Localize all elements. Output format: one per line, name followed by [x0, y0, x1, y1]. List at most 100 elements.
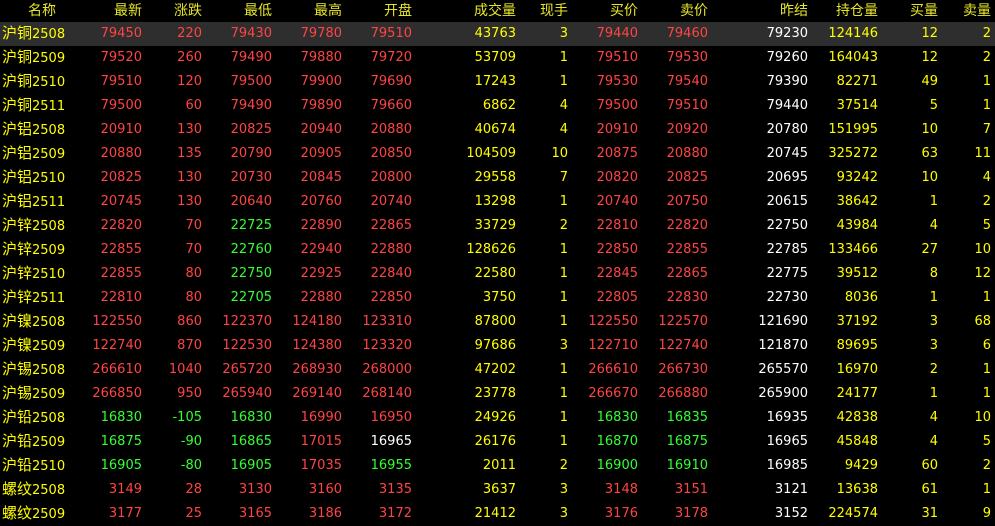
header-name[interactable]: 名称	[0, 0, 84, 22]
cell-last: 16905	[100, 458, 142, 473]
table-row[interactable]: 沪铜2511 79500 60 79490 79890 79660 6862 4 79500 79…	[0, 94, 995, 118]
cell-high: 22890	[300, 218, 342, 233]
cell-ask-size: 7	[982, 122, 991, 137]
cell-bid: 22805	[596, 290, 638, 305]
cell-open: 3135	[378, 482, 412, 497]
table-row[interactable]: 沪镍2508 122550 860 122370 124180 123310 87800 1 1…	[0, 310, 995, 334]
cell-change: 1040	[168, 362, 202, 377]
cell-contract-name[interactable]: 沪锌2508	[0, 214, 84, 238]
cell-ask-size: 12	[974, 266, 991, 281]
header-high[interactable]: 最高	[276, 0, 346, 22]
cell-prev-settle: 16935	[766, 410, 808, 425]
table-row[interactable]: 沪锌2511 22810 80 22705 22880 22850 3750 1 22805 22…	[0, 286, 995, 310]
cell-contract-name[interactable]: 沪锡2509	[0, 382, 84, 406]
header-change[interactable]: 涨跌	[146, 0, 206, 22]
cell-bid-size: 4	[929, 410, 938, 425]
header-ask-size[interactable]: 卖量	[942, 0, 995, 22]
header-prev-settle[interactable]: 昨结	[712, 0, 812, 22]
cell-contract-name[interactable]: 沪铜2509	[0, 46, 84, 70]
cell-volume: 43763	[416, 22, 520, 46]
header-last[interactable]: 最新	[84, 0, 146, 22]
cell-high: 124380	[292, 338, 342, 353]
table-row[interactable]: 沪铜2510 79510 120 79500 79900 79690 17243 1 79530…	[0, 70, 995, 94]
contract-product: 螺纹	[2, 480, 33, 498]
cell-open-interest: 133466	[828, 242, 878, 257]
contract-product: 沪铜	[2, 96, 33, 114]
cell-bid: 79440	[572, 22, 642, 46]
cell-contract-name[interactable]: 沪锌2510	[0, 262, 84, 286]
table-row[interactable]: 沪铅2509 16875 -90 16865 17015 16965 26176 1 16870…	[0, 430, 995, 454]
table-row[interactable]: 沪铝2509 20880 135 20790 20905 20850 104509 10 208…	[0, 142, 995, 166]
cell-contract-name[interactable]: 沪铝2509	[0, 142, 84, 166]
cell-contract-name[interactable]: 螺纹2508	[0, 478, 84, 502]
cell-change: 220	[146, 22, 206, 46]
cell-contract-name[interactable]: 沪铜2510	[0, 70, 84, 94]
header-row: 名称 最新 涨跌 最低 最高 开盘 成交量 现手 买价 卖价 昨结 持仓量 买量…	[0, 0, 995, 22]
cell-contract-name[interactable]: 沪铅2509	[0, 430, 84, 454]
table-row[interactable]: 螺纹2508 3149 28 3130 3160 3135 3637 3 3148 3151 312…	[0, 478, 995, 502]
cell-bid-size: 61	[921, 482, 938, 497]
cell-last-size: 7	[559, 170, 568, 185]
cell-contract-name[interactable]: 沪锌2509	[0, 238, 84, 262]
cell-bid-size: 3	[929, 338, 938, 353]
cell-volume: 40674	[474, 122, 516, 137]
header-bid-size[interactable]: 买量	[882, 0, 942, 22]
contract-month: 2508	[32, 219, 66, 234]
header-open[interactable]: 开盘	[346, 0, 416, 22]
cell-high: 17035	[300, 458, 342, 473]
table-row[interactable]: 沪锡2508 266610 1040 265720 268930 268000 47202 1…	[0, 358, 995, 382]
cell-bid-size: 60	[921, 458, 938, 473]
cell-contract-name[interactable]: 沪铝2510	[0, 166, 84, 190]
table-row[interactable]: 沪锌2509 22855 70 22760 22940 22880 128626 1 22850…	[0, 238, 995, 262]
cell-high: 79900	[300, 74, 342, 89]
table-row[interactable]: 沪铝2511 20745 130 20640 20760 20740 13298 1 20740…	[0, 190, 995, 214]
contract-month: 2509	[32, 339, 66, 354]
table-row[interactable]: 沪铝2508 20910 130 20825 20940 20880 40674 4 20910…	[0, 118, 995, 142]
cell-contract-name[interactable]: 沪铅2508	[0, 406, 84, 430]
header-last-size[interactable]: 现手	[520, 0, 572, 22]
cell-contract-name[interactable]: 沪铅2510	[0, 454, 84, 478]
cell-contract-name[interactable]: 沪铜2511	[0, 94, 84, 118]
table-row[interactable]: 沪铅2510 16905 -80 16905 17035 16955 2011 2 16900 1…	[0, 454, 995, 478]
table-row[interactable]: 沪镍2509 122740 870 122530 124380 123320 97686 3 1…	[0, 334, 995, 358]
table-row[interactable]: 沪锡2509 266850 950 265940 269140 268140 23778 1 2…	[0, 382, 995, 406]
table-row[interactable]: 沪铝2510 20825 130 20730 20845 20800 29558 7 20820…	[0, 166, 995, 190]
header-low[interactable]: 最低	[206, 0, 276, 22]
header-volume[interactable]: 成交量	[416, 0, 520, 22]
cell-ask-size: 6	[982, 338, 991, 353]
cell-bid: 122550	[588, 314, 638, 329]
cell-volume: 13298	[474, 194, 516, 209]
cell-contract-name[interactable]: 沪锌2511	[0, 286, 84, 310]
cell-contract-name[interactable]: 沪镍2508	[0, 310, 84, 334]
cell-low: 20825	[230, 122, 272, 137]
table-row[interactable]: 沪锌2510 22855 80 22750 22925 22840 22580 1 22845 2…	[0, 262, 995, 286]
cell-contract-name[interactable]: 螺纹2509	[0, 502, 84, 526]
cell-prev-settle: 79260	[766, 50, 808, 65]
cell-low: 122370	[222, 314, 272, 329]
cell-prev-settle: 22730	[766, 290, 808, 305]
cell-volume: 29558	[474, 170, 516, 185]
cell-bid-size: 1	[929, 386, 938, 401]
cell-contract-name[interactable]: 沪锡2508	[0, 358, 84, 382]
cell-last-size: 1	[559, 290, 568, 305]
cell-contract-name[interactable]: 沪镍2509	[0, 334, 84, 358]
table-row[interactable]: 螺纹2509 3177 25 3165 3186 3172 21412 3 3176 3178 31…	[0, 502, 995, 526]
cell-contract-name[interactable]: 沪铝2508	[0, 118, 84, 142]
table-row[interactable]: 沪铅2508 16830 -105 16830 16990 16950 24926 1 1683…	[0, 406, 995, 430]
cell-ask: 20750	[666, 194, 708, 209]
table-row[interactable]: 沪锌2508 22820 70 22725 22890 22865 33729 2 22810 2…	[0, 214, 995, 238]
cell-ask-size: 1	[982, 482, 991, 497]
cell-high: 79780	[276, 22, 346, 46]
table-row[interactable]: 沪铜2509 79520 260 79490 79880 79720 53709 1 79510…	[0, 46, 995, 70]
table-row[interactable]: 沪铜2508 79450 220 79430 79780 79510 43763 3 79440…	[0, 22, 995, 46]
header-bid[interactable]: 买价	[572, 0, 642, 22]
cell-ask-size: 4	[982, 170, 991, 185]
contract-product: 沪锌	[2, 240, 33, 258]
cell-low: 20790	[230, 146, 272, 161]
cell-contract-name[interactable]: 沪铝2511	[0, 190, 84, 214]
header-open-interest[interactable]: 持仓量	[812, 0, 882, 22]
cell-contract-name[interactable]: 沪铜2508	[0, 22, 84, 46]
cell-low: 22760	[230, 242, 272, 257]
header-ask[interactable]: 卖价	[642, 0, 712, 22]
cell-ask-size: 1	[982, 98, 991, 113]
